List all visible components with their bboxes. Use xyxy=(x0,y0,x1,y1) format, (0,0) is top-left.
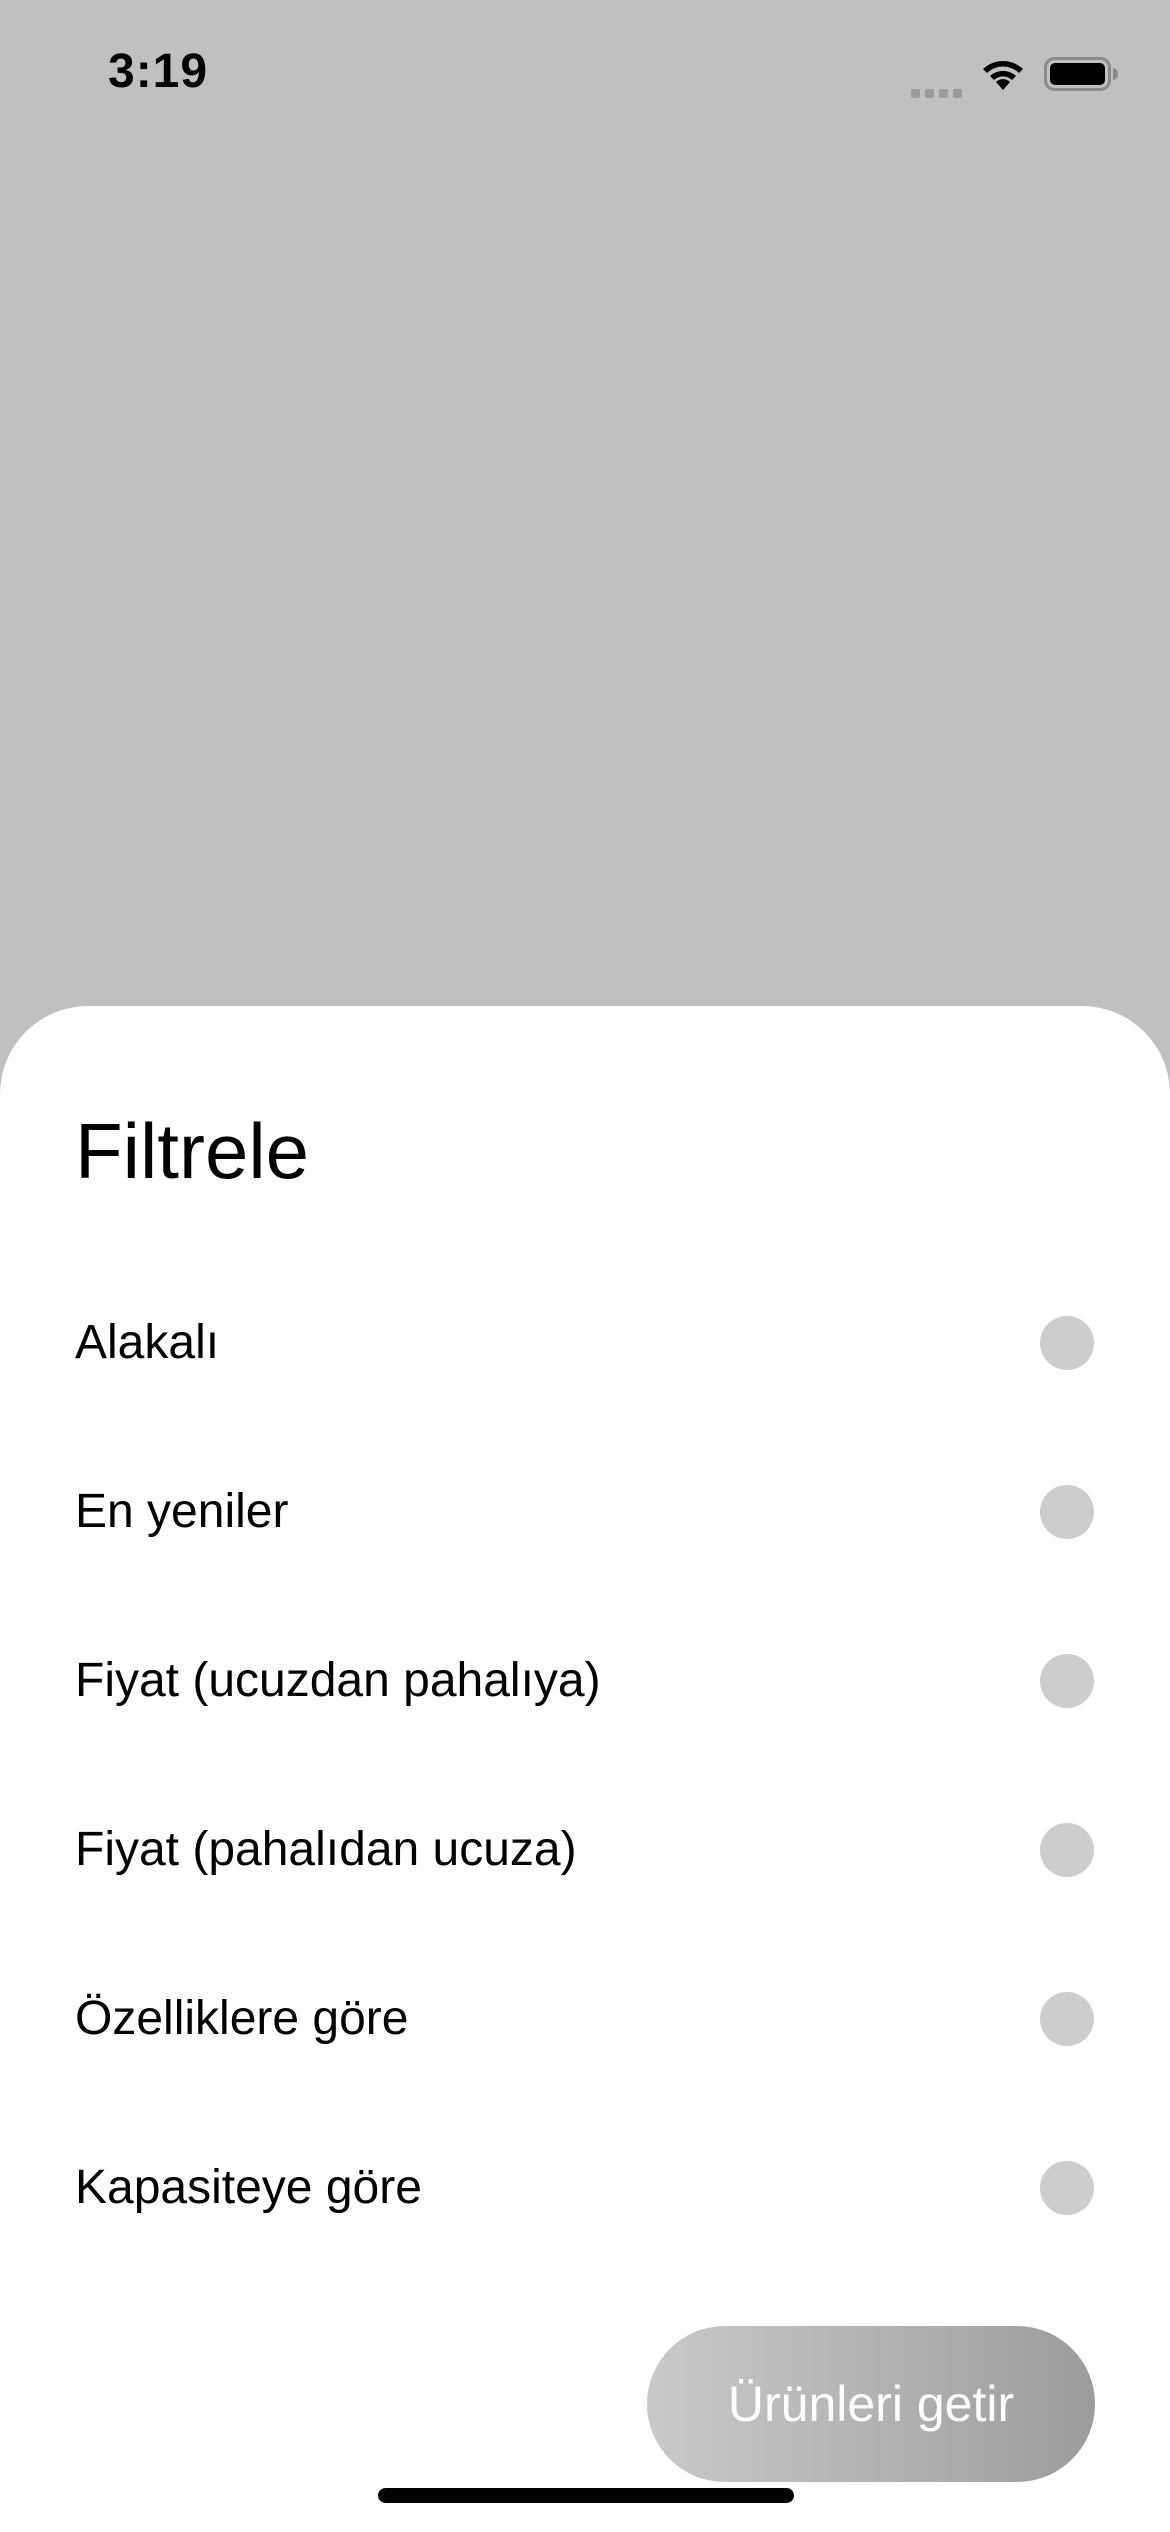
option-label: Özelliklere göre xyxy=(75,1991,409,2045)
radio-button[interactable] xyxy=(1040,1484,1094,1539)
get-products-button[interactable]: Ürünleri getir xyxy=(647,2326,1095,2482)
filter-option-by-features[interactable]: Özelliklere göre xyxy=(0,1934,1170,2103)
status-icons xyxy=(911,50,1118,98)
radio-button[interactable] xyxy=(1040,1822,1094,1877)
status-time: 3:19 xyxy=(108,45,209,98)
filter-option-price-descending[interactable]: Fiyat (pahalıdan ucuza) xyxy=(0,1765,1170,1934)
filter-option-newest[interactable]: En yeniler xyxy=(0,1427,1170,1596)
option-label: Fiyat (pahalıdan ucuza) xyxy=(75,1822,577,1876)
radio-button[interactable] xyxy=(1040,2160,1094,2215)
filter-option-list: Alakalı En yeniler Fiyat (ucuzdan pahalı… xyxy=(0,1258,1170,2272)
battery-icon xyxy=(1044,57,1118,91)
option-label: Fiyat (ucuzdan pahalıya) xyxy=(75,1653,601,1707)
filter-option-by-capacity[interactable]: Kapasiteye göre xyxy=(0,2103,1170,2272)
filter-option-relevant[interactable]: Alakalı xyxy=(0,1258,1170,1427)
home-indicator[interactable] xyxy=(378,2488,794,2503)
option-label: Alakalı xyxy=(75,1315,220,1369)
option-label: Kapasiteye göre xyxy=(75,2160,422,2214)
status-bar: 3:19 xyxy=(0,0,1170,150)
option-label: En yeniler xyxy=(75,1484,289,1538)
radio-button[interactable] xyxy=(1040,1653,1094,1708)
radio-button[interactable] xyxy=(1040,1315,1094,1370)
cellular-signal-icon xyxy=(911,50,962,98)
radio-button[interactable] xyxy=(1040,1991,1094,2046)
wifi-icon xyxy=(980,56,1026,92)
filter-option-price-ascending[interactable]: Fiyat (ucuzdan pahalıya) xyxy=(0,1596,1170,1765)
filter-sheet: Filtrele Alakalı En yeniler Fiyat (ucuzd… xyxy=(0,1006,1170,2532)
sheet-title: Filtrele xyxy=(75,1107,310,1195)
